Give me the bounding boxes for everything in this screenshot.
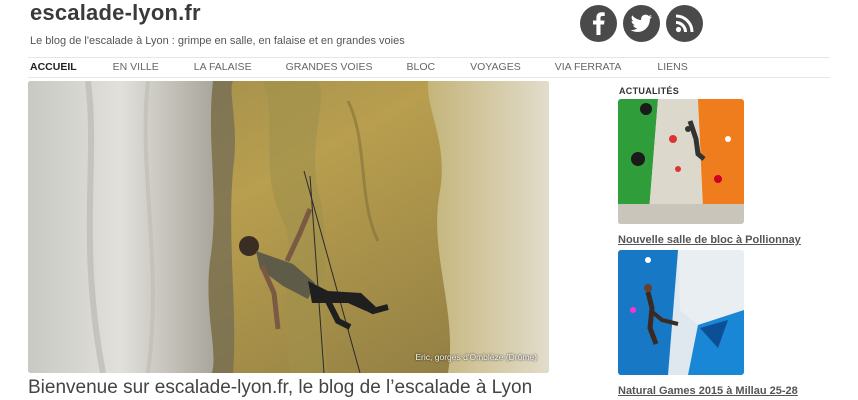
page-heading: Bienvenue sur escalade-lyon.fr, le blog … xyxy=(28,377,533,398)
post-thumbnail-natural-games[interactable] xyxy=(618,250,744,375)
sidebar-heading: ACTUALITÉS xyxy=(619,86,679,96)
nav-item-accueil[interactable]: ACCUEIL xyxy=(30,61,77,77)
nav-divider-top xyxy=(28,57,830,58)
nav-item-bloc[interactable]: BLOC xyxy=(407,61,436,77)
post-link-pollionnay[interactable]: Nouvelle salle de bloc à Pollionnay xyxy=(618,234,801,246)
post-thumbnail-pollionnay[interactable] xyxy=(618,99,744,224)
rss-icon[interactable] xyxy=(666,5,703,42)
nav-item-en-ville[interactable]: EN VILLE xyxy=(113,61,159,77)
facebook-icon[interactable] xyxy=(580,5,617,42)
social-links xyxy=(580,5,703,42)
nav-divider-bottom xyxy=(28,77,830,78)
twitter-icon[interactable] xyxy=(623,5,660,42)
hero-caption: Eric, gorges d'Omblèze (Drôme) xyxy=(415,352,537,362)
site-tagline: Le blog de l'escalade à Lyon : grimpe en… xyxy=(30,35,405,47)
nav-item-voyages[interactable]: VOYAGES xyxy=(470,61,521,77)
site-title[interactable]: escalade-lyon.fr xyxy=(30,0,201,26)
hero-image: Eric, gorges d'Omblèze (Drôme) xyxy=(28,81,549,373)
nav-item-liens[interactable]: LIENS xyxy=(657,61,687,77)
main-nav: ACCUEIL EN VILLE LA FALAISE GRANDES VOIE… xyxy=(28,61,830,77)
nav-item-la-falaise[interactable]: LA FALAISE xyxy=(194,61,252,77)
nav-item-via-ferrata[interactable]: VIA FERRATA xyxy=(555,61,622,77)
nav-item-grandes-voies[interactable]: GRANDES VOIES xyxy=(286,61,373,77)
post-link-natural-games[interactable]: Natural Games 2015 à Millau 25-28 xyxy=(618,385,798,397)
